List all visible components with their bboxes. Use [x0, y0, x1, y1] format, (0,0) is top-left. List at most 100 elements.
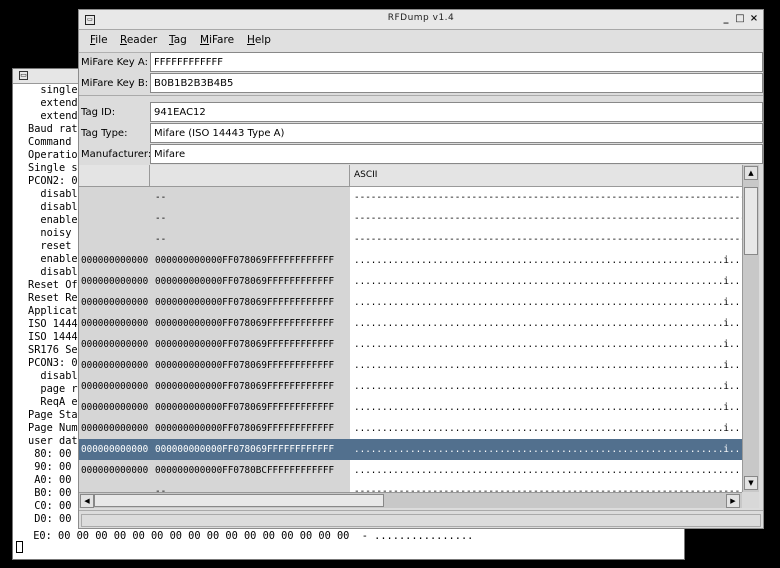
cell-key: 000000000000 [79, 376, 150, 397]
cell-key: 000000000000 [79, 418, 150, 439]
terminal-line: Applicati [28, 305, 84, 317]
cell-ascii: ........................................… [350, 439, 742, 460]
cell-key [79, 208, 150, 229]
close-button[interactable]: × [748, 13, 760, 25]
table-row[interactable]: 000000000000 000000000000FF078069FFFFFFFF… [79, 250, 742, 271]
table-row[interactable]: -- --------------------------------------… [79, 187, 742, 208]
cell-ascii: ........................................… [350, 355, 742, 376]
cell-ascii: ----------------------------------------… [350, 229, 742, 250]
manufacturer-label: Manufacturer: [81, 149, 152, 160]
tag-type-field[interactable]: Mifare (ISO 14443 Type A) [150, 123, 763, 143]
cell-data: 000000000000FF078069FFFFFFFFFFFF [150, 439, 350, 460]
terminal-line: SR176 Sel [28, 344, 84, 356]
horizontal-scroll-thumb[interactable] [94, 494, 384, 507]
horizontal-scrollbar[interactable]: ◀ ▶ [79, 492, 742, 508]
menu-mifare[interactable]: MiFare [200, 34, 234, 46]
terminal-line: 80: 00 [28, 448, 72, 460]
titlebar[interactable]: ▭ RFDump v1.4 _ □ × [79, 10, 763, 30]
tag-id-field[interactable]: 941EAC12 [150, 102, 763, 122]
table-row[interactable]: 000000000000 000000000000FF078069FFFFFFFF… [79, 292, 742, 313]
table-row[interactable]: 000000000000 000000000000FF078069FFFFFFFF… [79, 397, 742, 418]
scrollbar-corner [742, 492, 759, 508]
terminal-line: ReqA ex [28, 396, 84, 408]
cell-data: -- [150, 481, 350, 492]
terminal-line: Reset Rec [28, 292, 84, 304]
vertical-scroll-thumb[interactable] [744, 187, 758, 255]
separator [79, 95, 763, 96]
cell-data: -- [150, 187, 350, 208]
cell-ascii: ........................................… [350, 460, 742, 481]
cell-ascii: ........................................… [350, 250, 742, 271]
table-row[interactable]: 000000000000 000000000000FF078069FFFFFFFF… [79, 376, 742, 397]
maximize-button[interactable]: □ [734, 13, 746, 25]
terminal-line: single [28, 84, 78, 96]
column-header-data[interactable] [150, 165, 350, 186]
window-title: RFDump v1.4 [387, 13, 455, 23]
table-row[interactable]: 000000000000 000000000000FF078069FFFFFFFF… [79, 355, 742, 376]
table-row[interactable]: 000000000000 000000000000FF078069FFFFFFFF… [79, 313, 742, 334]
cell-key: 000000000000 [79, 292, 150, 313]
window-menu-icon[interactable]: ▭ [19, 71, 28, 80]
key-a-label: MiFare Key A: [81, 57, 148, 68]
menu-reader[interactable]: Reader [120, 34, 157, 46]
menu-file[interactable]: File [90, 34, 108, 46]
terminal-line: page re [28, 383, 84, 395]
cell-data: 000000000000FF078069FFFFFFFFFFFF [150, 376, 350, 397]
table-row[interactable]: 000000000000 000000000000FF078069FFFFFFFF… [79, 418, 742, 439]
terminal-line: user data [28, 435, 84, 447]
cell-ascii: ----------------------------------------… [350, 208, 742, 229]
scroll-left-arrow-icon[interactable]: ◀ [80, 494, 94, 508]
column-header-key[interactable] [79, 165, 150, 186]
cell-data: 000000000000FF0780BCFFFFFFFFFFFF [150, 460, 350, 481]
rfdump-window[interactable]: ▭ RFDump v1.4 _ □ × File Reader Tag MiFa… [78, 9, 764, 529]
menu-tag[interactable]: Tag [169, 34, 187, 46]
scroll-down-arrow-icon[interactable]: ▼ [744, 476, 758, 490]
manufacturer-field[interactable]: Mifare [150, 144, 763, 164]
statusbar [79, 510, 763, 528]
cell-key: 000000000000 [79, 250, 150, 271]
table-row[interactable]: 000000000000 000000000000FF078069FFFFFFFF… [79, 439, 742, 460]
cell-key: 000000000000 [79, 313, 150, 334]
table-row[interactable]: -- --------------------------------------… [79, 208, 742, 229]
scroll-right-arrow-icon[interactable]: ▶ [726, 494, 740, 508]
terminal-line: PCON3: 00 [28, 357, 84, 369]
cell-key: 000000000000 [79, 439, 150, 460]
cell-key: 000000000000 [79, 334, 150, 355]
terminal-line: Reset Off [28, 279, 84, 291]
terminal-line: Page Numb [28, 422, 84, 434]
data-table[interactable]: ASCII -- --------------------------------… [79, 165, 742, 492]
key-a-input[interactable]: FFFFFFFFFFFF [150, 52, 763, 72]
cell-ascii: ........................................… [350, 418, 742, 439]
minimize-button[interactable]: _ [720, 13, 732, 25]
menu-help[interactable]: Help [247, 34, 271, 46]
scroll-up-arrow-icon[interactable]: ▲ [744, 166, 758, 180]
column-header-ascii[interactable]: ASCII [350, 165, 742, 186]
terminal-line: disable [28, 188, 84, 200]
table-header: ASCII [79, 165, 742, 187]
table-row[interactable]: 000000000000 000000000000FF078069FFFFFFFF… [79, 334, 742, 355]
terminal-line: enable [28, 214, 78, 226]
table-row[interactable]: -- --------------------------------------… [79, 229, 742, 250]
cell-ascii: ........................................… [350, 292, 742, 313]
terminal-line: A0: 00 [28, 474, 72, 486]
cell-ascii: ........................................… [350, 313, 742, 334]
terminal-line: Baud rate [28, 123, 84, 135]
cell-key: 000000000000 [79, 355, 150, 376]
vertical-scrollbar[interactable]: ▲ ▼ [742, 165, 759, 492]
cell-data: 000000000000FF078069FFFFFFFFFFFF [150, 313, 350, 334]
cell-key: 000000000000 [79, 397, 150, 418]
table-row[interactable]: 000000000000 000000000000FF0780BCFFFFFFFF… [79, 460, 742, 481]
terminal-line: Operation [28, 149, 84, 161]
key-b-row: MiFare Key B: B0B1B2B3B4B5 [79, 73, 763, 94]
terminal-line: C0: 00 [28, 500, 72, 512]
terminal-line: disable [28, 266, 84, 278]
terminal-line: reset m [28, 240, 84, 252]
cell-data: -- [150, 229, 350, 250]
table-row[interactable]: 000000000000 000000000000FF078069FFFFFFFF… [79, 271, 742, 292]
table-row[interactable]: -- --------------------------------------… [79, 481, 742, 492]
terminal-line: extende [28, 110, 84, 122]
key-b-input[interactable]: B0B1B2B3B4B5 [150, 73, 763, 93]
cell-data: 000000000000FF078069FFFFFFFFFFFF [150, 355, 350, 376]
terminal-output: single extende extende Baud rate Command (… [28, 84, 84, 526]
terminal-line: Single sh [28, 162, 84, 174]
